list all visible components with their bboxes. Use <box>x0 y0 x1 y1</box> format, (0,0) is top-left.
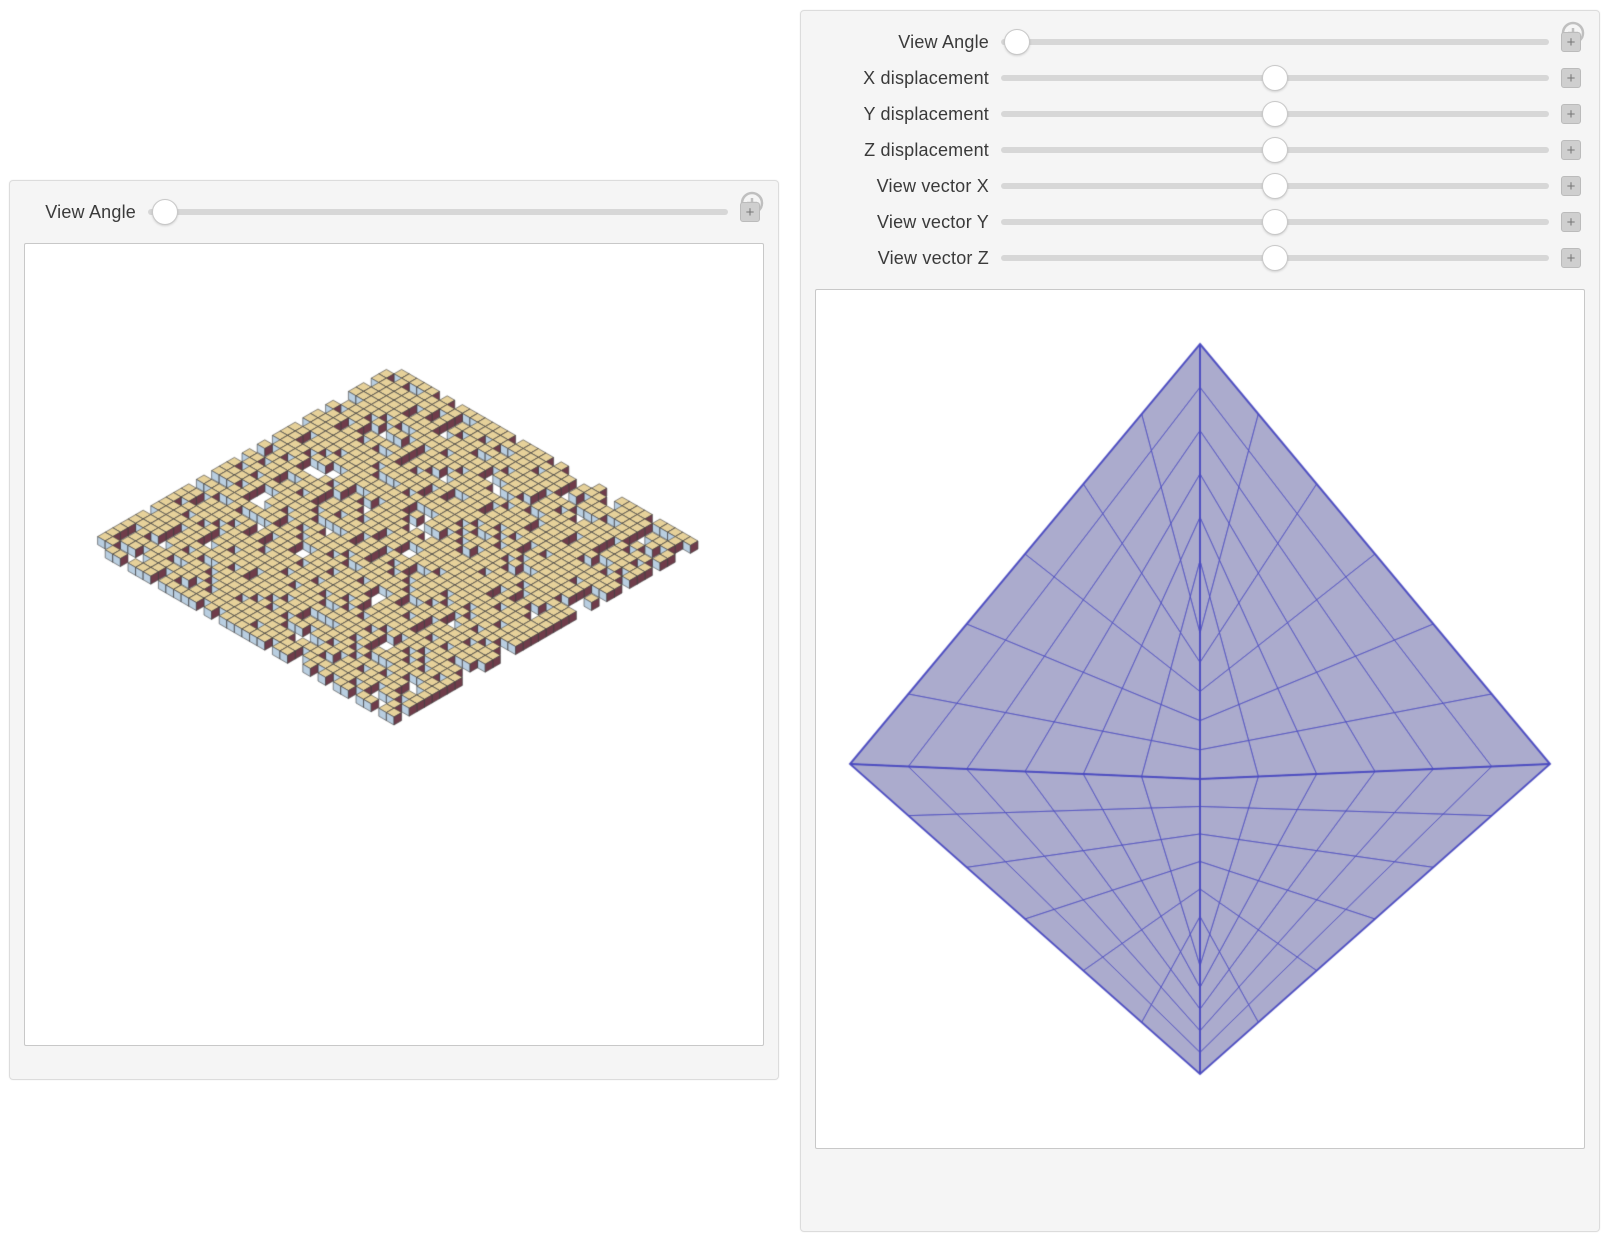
cube-canvas <box>820 304 1580 1134</box>
expand-control-button[interactable]: + <box>1561 104 1581 124</box>
control-row-view-vector-z: View vector Z + <box>819 247 1581 269</box>
expand-control-button[interactable]: + <box>1561 176 1581 196</box>
control-row-view-vector-y: View vector Y + <box>819 211 1581 233</box>
control-row-x-displacement: X displacement + <box>819 67 1581 89</box>
controls-left: View Angle + <box>10 181 778 233</box>
manipulate-panel-left: View Angle + <box>9 180 779 1080</box>
control-label: View vector Y <box>819 212 989 233</box>
control-label: X displacement <box>819 68 989 89</box>
slider-y-displacement[interactable] <box>1001 103 1549 125</box>
controls-right: View Angle + X displacement + Y displace… <box>801 11 1599 279</box>
slider-view-vector-y[interactable] <box>1001 211 1549 233</box>
graphics-viewport-right[interactable] <box>815 289 1585 1149</box>
slider-view-angle[interactable] <box>1001 31 1549 53</box>
control-row-view-vector-x: View vector X + <box>819 175 1581 197</box>
control-label: Z displacement <box>819 140 989 161</box>
control-row-z-displacement: Z displacement + <box>819 139 1581 161</box>
slider-thumb[interactable] <box>1262 173 1288 199</box>
slider-thumb[interactable] <box>1262 101 1288 127</box>
slider-view-angle[interactable] <box>148 201 728 223</box>
control-label: View vector Z <box>819 248 989 269</box>
control-label: Y displacement <box>819 104 989 125</box>
control-label: View Angle <box>819 32 989 53</box>
control-row-y-displacement: Y displacement + <box>819 103 1581 125</box>
expand-control-button[interactable]: + <box>1561 68 1581 88</box>
slider-view-vector-x[interactable] <box>1001 175 1549 197</box>
slider-thumb[interactable] <box>1262 65 1288 91</box>
control-label: View vector X <box>819 176 989 197</box>
expand-control-button[interactable]: + <box>1561 32 1581 52</box>
expand-control-button[interactable]: + <box>1561 140 1581 160</box>
slider-view-vector-z[interactable] <box>1001 247 1549 269</box>
slider-thumb[interactable] <box>152 199 178 225</box>
voxel-canvas <box>34 285 754 1005</box>
control-row-view-angle: View Angle + <box>28 201 760 223</box>
slider-z-displacement[interactable] <box>1001 139 1549 161</box>
slider-thumb[interactable] <box>1262 209 1288 235</box>
expand-control-button[interactable]: + <box>740 202 760 222</box>
graphics-viewport-left[interactable] <box>24 243 764 1046</box>
expand-control-button[interactable]: + <box>1561 212 1581 232</box>
control-label: View Angle <box>28 202 136 223</box>
control-row-view-angle: View Angle + <box>819 31 1581 53</box>
manipulate-panel-right: View Angle + X displacement + Y displace… <box>800 10 1600 1232</box>
scene-right <box>816 290 1584 1148</box>
slider-x-displacement[interactable] <box>1001 67 1549 89</box>
expand-control-button[interactable]: + <box>1561 248 1581 268</box>
scene-left <box>25 244 763 1045</box>
slider-track <box>148 209 728 215</box>
slider-thumb[interactable] <box>1262 245 1288 271</box>
slider-thumb[interactable] <box>1262 137 1288 163</box>
slider-thumb[interactable] <box>1004 29 1030 55</box>
